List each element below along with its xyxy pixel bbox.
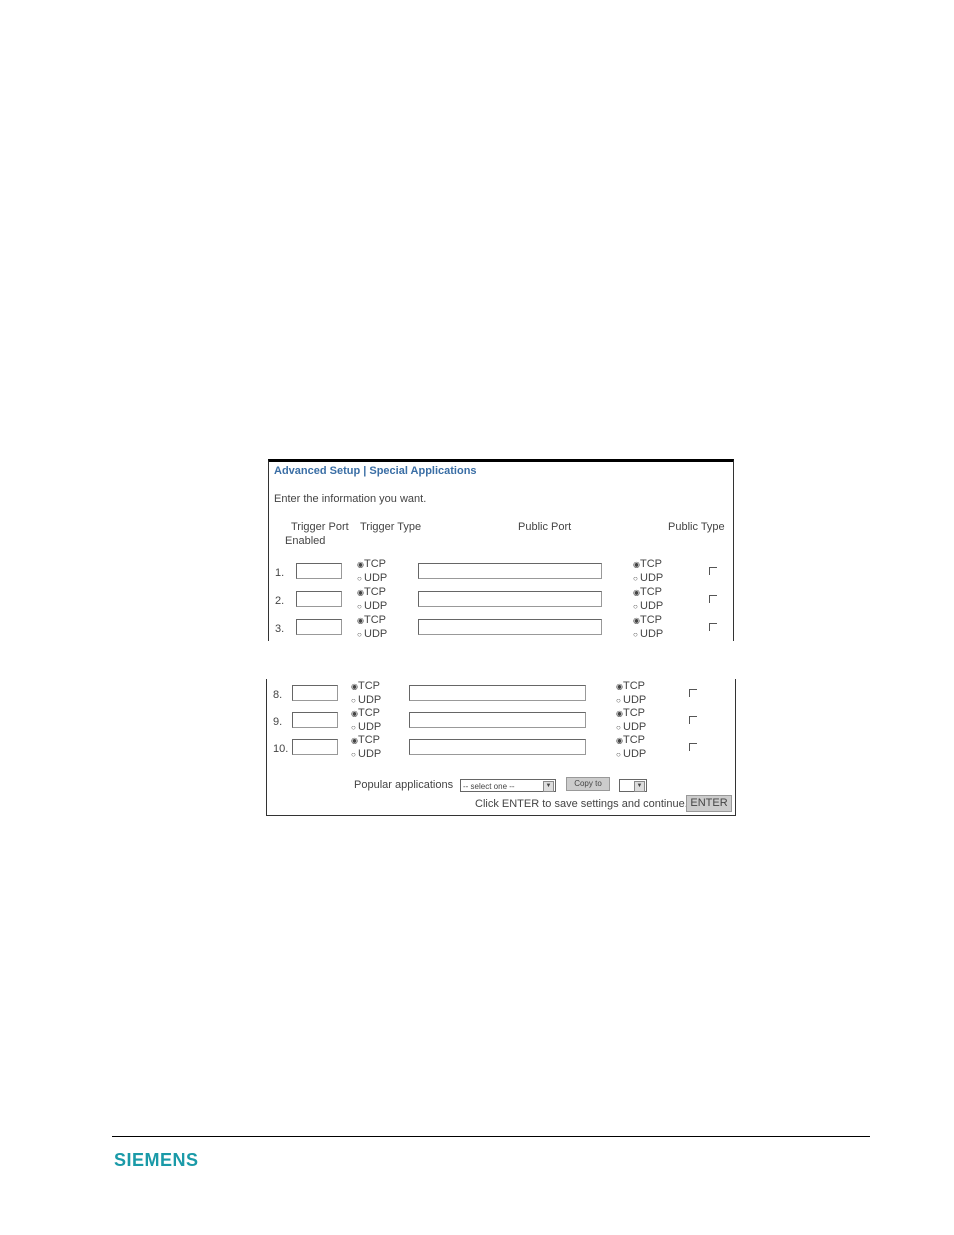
radio-unselected-icon: ○	[351, 723, 356, 732]
row-number: 1.	[275, 567, 285, 579]
footer-divider	[112, 1136, 870, 1137]
siemens-logo: SIEMENS	[114, 1150, 199, 1170]
radio-selected-icon: ◉	[351, 736, 358, 745]
copy-to-button[interactable]: Copy to	[566, 777, 610, 791]
radio-unselected-icon: ○	[616, 750, 621, 759]
enabled-checkbox[interactable]	[709, 567, 717, 575]
public-type-udp-radio[interactable]: ○ UDP	[633, 600, 663, 613]
special-applications-panel-top: Advanced Setup | Special Applications En…	[268, 459, 734, 641]
trigger-type-udp-radio[interactable]: ○ UDP	[357, 572, 387, 585]
row-number: 8.	[273, 689, 283, 701]
radio-unselected-icon: ○	[351, 696, 356, 705]
trigger-type-tcp-radio[interactable]: ◉TCP	[351, 707, 380, 720]
radio-selected-icon: ◉	[616, 709, 623, 718]
public-port-input[interactable]	[418, 563, 602, 579]
table-row: 8. ◉TCP ○ UDP ◉TCP ○ UDP	[267, 680, 735, 708]
radio-selected-icon: ◉	[633, 616, 640, 625]
trigger-port-input[interactable]	[296, 563, 342, 579]
trigger-port-input[interactable]	[296, 591, 342, 607]
trigger-port-input[interactable]	[296, 619, 342, 635]
trigger-type-udp-radio[interactable]: ○ UDP	[351, 694, 381, 707]
radio-selected-icon: ◉	[357, 616, 364, 625]
public-port-input[interactable]	[418, 591, 602, 607]
header-enabled: Enabled	[285, 535, 326, 547]
public-type-tcp-radio[interactable]: ◉TCP	[616, 680, 645, 693]
public-type-udp-radio[interactable]: ○ UDP	[616, 694, 646, 707]
radio-unselected-icon: ○	[633, 630, 638, 639]
radio-unselected-icon: ○	[357, 574, 362, 583]
trigger-type-tcp-radio[interactable]: ◉TCP	[351, 734, 380, 747]
trigger-type-udp-radio[interactable]: ○ UDP	[357, 600, 387, 613]
radio-unselected-icon: ○	[616, 696, 621, 705]
radio-selected-icon: ◉	[616, 736, 623, 745]
trigger-type-udp-radio[interactable]: ○ UDP	[351, 721, 381, 734]
public-type-udp-radio[interactable]: ○ UDP	[616, 721, 646, 734]
special-applications-panel-bottom: 8. ◉TCP ○ UDP ◉TCP ○ UDP 9. ◉TCP ○ UDP ◉TCP…	[266, 679, 736, 816]
chevron-down-icon: ▼	[634, 781, 645, 792]
trigger-type-udp-radio[interactable]: ○ UDP	[351, 748, 381, 761]
radio-selected-icon: ◉	[633, 588, 640, 597]
public-type-tcp-radio[interactable]: ◉TCP	[633, 558, 662, 571]
radio-selected-icon: ◉	[633, 560, 640, 569]
public-port-input[interactable]	[418, 619, 602, 635]
table-row: 1. ◉TCP ○ UDP ◉TCP ○ UDP	[269, 558, 733, 586]
row-number: 9.	[273, 716, 283, 728]
enabled-checkbox[interactable]	[689, 689, 697, 697]
public-type-udp-radio[interactable]: ○ UDP	[616, 748, 646, 761]
radio-selected-icon: ◉	[357, 560, 364, 569]
radio-unselected-icon: ○	[633, 602, 638, 611]
table-row: 9. ◉TCP ○ UDP ◉TCP ○ UDP	[267, 707, 735, 735]
header-trigger-type: Trigger Type	[360, 521, 422, 533]
table-row: 10. ◉TCP ○ UDP ◉TCP ○ UDP	[267, 734, 735, 762]
public-port-input[interactable]	[409, 739, 586, 755]
radio-selected-icon: ◉	[351, 709, 358, 718]
table-row: 2. ◉TCP ○ UDP ◉TCP ○ UDP	[269, 586, 733, 614]
radio-selected-icon: ◉	[351, 682, 358, 691]
chevron-down-icon: ▼	[543, 781, 554, 792]
trigger-port-input[interactable]	[292, 712, 338, 728]
enabled-checkbox[interactable]	[689, 743, 697, 751]
public-type-tcp-radio[interactable]: ◉TCP	[633, 614, 662, 627]
public-port-input[interactable]	[409, 712, 586, 728]
enter-button[interactable]: ENTER	[686, 795, 732, 812]
public-type-tcp-radio[interactable]: ◉TCP	[616, 734, 645, 747]
trigger-type-tcp-radio[interactable]: ◉TCP	[357, 558, 386, 571]
popular-applications-select[interactable]: -- select one -- ▼	[460, 779, 556, 792]
radio-unselected-icon: ○	[357, 602, 362, 611]
header-public-port: Public Port	[518, 521, 572, 533]
select-value: -- select one --	[463, 782, 515, 791]
trigger-port-input[interactable]	[292, 685, 338, 701]
public-port-input[interactable]	[409, 685, 586, 701]
radio-unselected-icon: ○	[351, 750, 356, 759]
radio-unselected-icon: ○	[616, 723, 621, 732]
trigger-port-input[interactable]	[292, 739, 338, 755]
enabled-checkbox[interactable]	[709, 595, 717, 603]
copy-target-select[interactable]: ▼	[619, 779, 647, 792]
header-trigger-port: Trigger Port	[291, 521, 349, 533]
header-public-type: Public Type	[668, 521, 725, 533]
save-hint: Click ENTER to save settings and continu…	[475, 798, 688, 810]
row-number: 10.	[273, 743, 289, 755]
page-title: Advanced Setup | Special Applications	[274, 465, 477, 477]
public-type-tcp-radio[interactable]: ◉TCP	[633, 586, 662, 599]
trigger-type-tcp-radio[interactable]: ◉TCP	[351, 680, 380, 693]
row-number: 3.	[275, 623, 285, 635]
radio-unselected-icon: ○	[633, 574, 638, 583]
trigger-type-tcp-radio[interactable]: ◉TCP	[357, 586, 386, 599]
table-row: 3. ◉TCP ○ UDP ◉TCP ○ UDP	[269, 614, 733, 642]
public-type-udp-radio[interactable]: ○ UDP	[633, 628, 663, 641]
intro-text: Enter the information you want.	[274, 493, 427, 505]
row-number: 2.	[275, 595, 285, 607]
radio-unselected-icon: ○	[357, 630, 362, 639]
trigger-type-tcp-radio[interactable]: ◉TCP	[357, 614, 386, 627]
popular-applications-label: Popular applications	[354, 779, 454, 791]
public-type-udp-radio[interactable]: ○ UDP	[633, 572, 663, 585]
enabled-checkbox[interactable]	[689, 716, 697, 724]
radio-selected-icon: ◉	[616, 682, 623, 691]
trigger-type-udp-radio[interactable]: ○ UDP	[357, 628, 387, 641]
radio-selected-icon: ◉	[357, 588, 364, 597]
enabled-checkbox[interactable]	[709, 623, 717, 631]
public-type-tcp-radio[interactable]: ◉TCP	[616, 707, 645, 720]
